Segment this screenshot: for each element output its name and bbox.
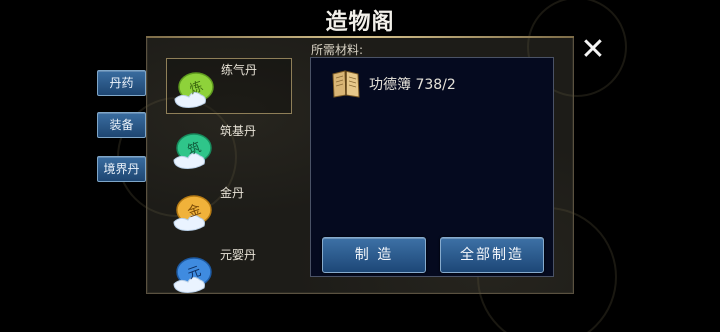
material-row[interactable]: 功德簿 738/2 [329,66,539,100]
gold-pill-icon: 金 [168,188,216,236]
required-materials-label: 所需材料: [311,43,364,57]
window-title: 造物阁 [325,10,395,35]
blue-pill-icon: 元 [168,250,216,298]
make-button[interactable]: 制 造 [322,237,426,273]
green-pill-icon: 炼 [169,65,217,113]
game-screen: 造物阁 ✕ 丹药 装备 境界丹 炼 练气丹 筑 筑基丹 金 金丹 元 元婴丹 所… [0,0,720,332]
book-icon [332,70,360,98]
material-count: 738/2 [415,77,456,93]
close-icon: ✕ [580,32,606,67]
material-name: 功德簿 [369,77,411,93]
recipe-item-jindan[interactable]: 金 金丹 [166,182,292,238]
recipe-item-lianqi[interactable]: 炼 练气丹 [166,58,292,114]
tab-realm-pills[interactable]: 境界丹 [97,156,146,182]
make-all-button[interactable]: 全部制造 [440,237,544,273]
close-button[interactable]: ✕ [578,35,608,65]
recipe-label: 练气丹 [221,63,258,77]
teal-pill-icon: 筑 [168,126,216,174]
recipe-label: 金丹 [220,186,245,200]
recipe-label: 元婴丹 [220,248,257,262]
tab-equipment[interactable]: 装备 [97,112,146,138]
recipe-item-zhuji[interactable]: 筑 筑基丹 [166,120,292,176]
recipe-item-yuanying[interactable]: 元 元婴丹 [166,244,292,300]
recipe-list: 炼 练气丹 筑 筑基丹 金 金丹 元 元婴丹 [166,58,292,294]
recipe-label: 筑基丹 [220,124,257,138]
tab-pills[interactable]: 丹药 [97,70,146,96]
